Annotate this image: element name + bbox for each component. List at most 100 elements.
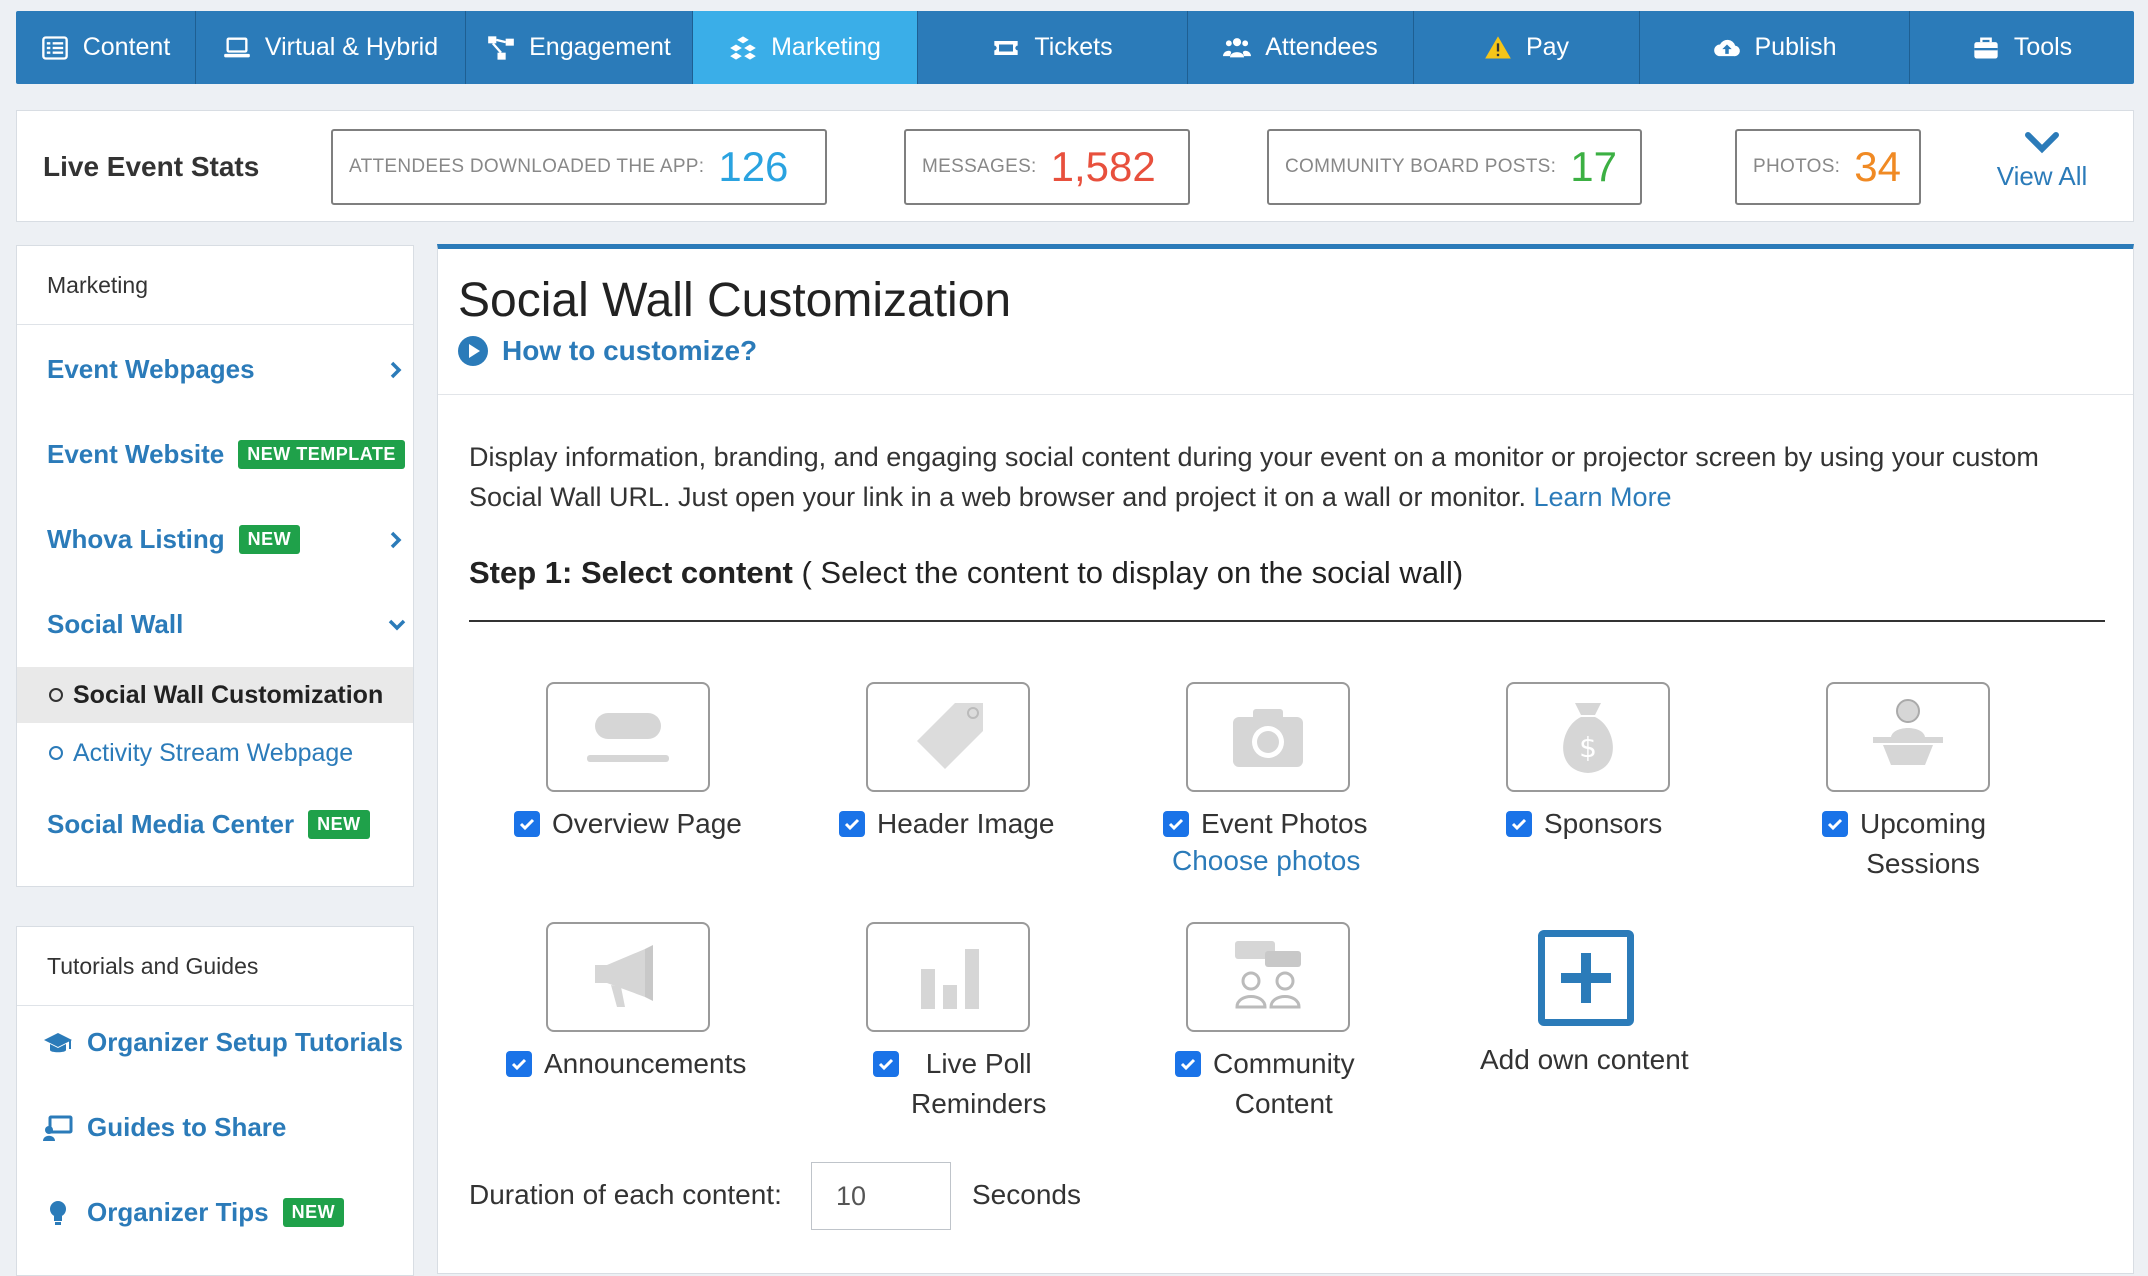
sidebar-item-whova-listing[interactable]: Whova Listing NEW	[47, 524, 413, 555]
sponsors-option[interactable]: Sponsors	[1506, 804, 1662, 844]
event-photos-tile[interactable]	[1186, 682, 1350, 792]
sidebar-heading: Marketing	[17, 246, 413, 325]
learn-more-link[interactable]: Learn More	[1534, 482, 1672, 512]
nav-marketing[interactable]: Marketing	[693, 11, 918, 84]
sidebar-item-label: Social Wall	[47, 609, 184, 639]
toolbox-icon	[1974, 37, 1998, 58]
divider	[438, 394, 2133, 395]
chevron-down-icon	[388, 619, 406, 630]
sidebar-heading: Tutorials and Guides	[17, 927, 413, 1006]
live-poll-tile[interactable]	[866, 922, 1030, 1032]
header-image-option[interactable]: Header Image	[839, 804, 1054, 844]
checkbox[interactable]	[1506, 811, 1532, 837]
list-icon	[41, 35, 68, 60]
announcements-option[interactable]: Announcements	[506, 1044, 746, 1084]
nav-tickets[interactable]: Tickets	[918, 11, 1188, 84]
checkbox[interactable]	[506, 1051, 532, 1077]
add-own-content-button[interactable]	[1538, 930, 1634, 1026]
lightbulb-icon	[50, 1200, 66, 1225]
view-all-button[interactable]: View All	[1987, 131, 2097, 192]
graduation-cap-icon	[44, 1032, 72, 1052]
checkbox[interactable]	[1175, 1051, 1201, 1077]
tutorial-guides-to-share[interactable]: Guides to Share	[43, 1112, 286, 1143]
upcoming-sessions-tile[interactable]	[1826, 682, 1990, 792]
tutorial-organizer-setup[interactable]: Organizer Setup Tutorials	[43, 1027, 403, 1058]
option-line: Upcoming	[1860, 808, 1987, 839]
money-bag-icon: $	[1563, 703, 1613, 773]
upcoming-sessions-option[interactable]: Upcoming Sessions	[1822, 804, 1986, 884]
option-line: Reminders	[911, 1088, 1047, 1119]
option-label: Overview Page	[552, 804, 742, 844]
nav-publish[interactable]: Publish	[1640, 11, 1910, 84]
checkbox[interactable]	[839, 811, 865, 837]
new-badge: NEW	[238, 525, 301, 554]
overview-page-icon	[587, 713, 669, 762]
nav-label: Engagement	[529, 33, 671, 61]
stat-label: PHOTOS:	[1753, 156, 1841, 177]
divider	[469, 620, 2105, 622]
laptop-icon	[224, 37, 250, 57]
nav-label: Tools	[2013, 33, 2073, 61]
circle-bullet-icon	[49, 688, 63, 702]
sidebar-item-social-wall[interactable]: Social Wall	[47, 609, 413, 640]
nav-content[interactable]: Content	[16, 11, 196, 84]
option-line: Header Image	[877, 808, 1055, 839]
speaker-podium-icon	[1873, 699, 1943, 765]
sponsors-tile[interactable]: $	[1506, 682, 1670, 792]
circle-bullet-icon	[49, 746, 63, 760]
option-line: Overview Page	[552, 808, 742, 839]
checkbox[interactable]	[1822, 811, 1848, 837]
tutorial-organizer-tips[interactable]: Organizer Tips NEW	[43, 1197, 345, 1228]
stat-label: MESSAGES:	[922, 156, 1037, 177]
option-label: Event Photos	[1201, 804, 1368, 844]
announcements-tile[interactable]	[546, 922, 710, 1032]
option-line: Content	[1234, 1088, 1333, 1119]
stat-messages: MESSAGES: 1,582	[904, 129, 1190, 205]
duration-label: Duration of each content:	[469, 1179, 782, 1210]
nav-label: Attendees	[1265, 33, 1378, 61]
header-image-tile[interactable]	[866, 682, 1030, 792]
megaphone-icon	[595, 945, 653, 1007]
option-line: Community	[1213, 1048, 1355, 1079]
community-content-tile[interactable]	[1186, 922, 1350, 1032]
camera-icon	[1233, 709, 1303, 767]
sidebar-tutorials: Tutorials and Guides Organizer Setup Tut…	[16, 926, 414, 1276]
event-photos-option[interactable]: Event Photos	[1163, 804, 1368, 844]
sidebar-item-event-website[interactable]: Event Website NEW TEMPLATE	[47, 439, 405, 470]
option-label: Sponsors	[1544, 804, 1662, 844]
nav-tools[interactable]: Tools	[1910, 11, 2134, 84]
checkbox[interactable]	[873, 1051, 899, 1077]
tutorial-label: Guides to Share	[87, 1112, 287, 1142]
checkbox[interactable]	[1163, 811, 1189, 837]
checkbox[interactable]	[514, 811, 540, 837]
nav-virtual-hybrid[interactable]: Virtual & Hybrid	[196, 11, 466, 84]
view-all-label: View All	[1996, 161, 2088, 191]
nav-attendees[interactable]: Attendees	[1188, 11, 1414, 84]
live-poll-option[interactable]: Live Poll Reminders	[873, 1044, 1046, 1124]
users-icon	[1223, 37, 1252, 57]
chevron-right-icon	[390, 361, 402, 378]
sidebar-item-social-media-center[interactable]: Social Media Center NEW	[47, 809, 370, 840]
community-content-option[interactable]: Community Content	[1175, 1044, 1355, 1124]
tag-icon	[917, 703, 983, 769]
duration-input[interactable]	[811, 1162, 951, 1230]
community-chat-icon	[1235, 941, 1301, 1009]
choose-photos-link[interactable]: Choose photos	[1172, 845, 1360, 877]
chevron-down-icon	[2025, 132, 2059, 154]
sidebar-subitem-activity-stream-webpage[interactable]: Activity Stream Webpage	[17, 725, 413, 781]
check-icon	[519, 818, 535, 831]
stat-value: 34	[1854, 143, 1901, 190]
sidebar-subitem-social-wall-customization[interactable]: Social Wall Customization	[17, 667, 413, 723]
social-wall-panel: Social Wall Customization How to customi…	[437, 244, 2134, 1274]
add-own-content-label: Add own content	[1480, 1044, 1689, 1075]
overview-page-tile[interactable]	[546, 682, 710, 792]
new-badge: NEW	[308, 810, 370, 839]
nav-label: Publish	[1754, 33, 1837, 61]
overview-page-option[interactable]: Overview Page	[514, 804, 742, 844]
page-title: Social Wall Customization	[458, 274, 1012, 327]
sidebar-item-event-webpages[interactable]: Event Webpages	[47, 354, 413, 385]
nav-pay[interactable]: Pay	[1414, 11, 1640, 84]
option-line: Sessions	[1866, 848, 1980, 879]
how-to-customize-link[interactable]: How to customize?	[458, 335, 757, 367]
nav-engagement[interactable]: Engagement	[466, 11, 693, 84]
